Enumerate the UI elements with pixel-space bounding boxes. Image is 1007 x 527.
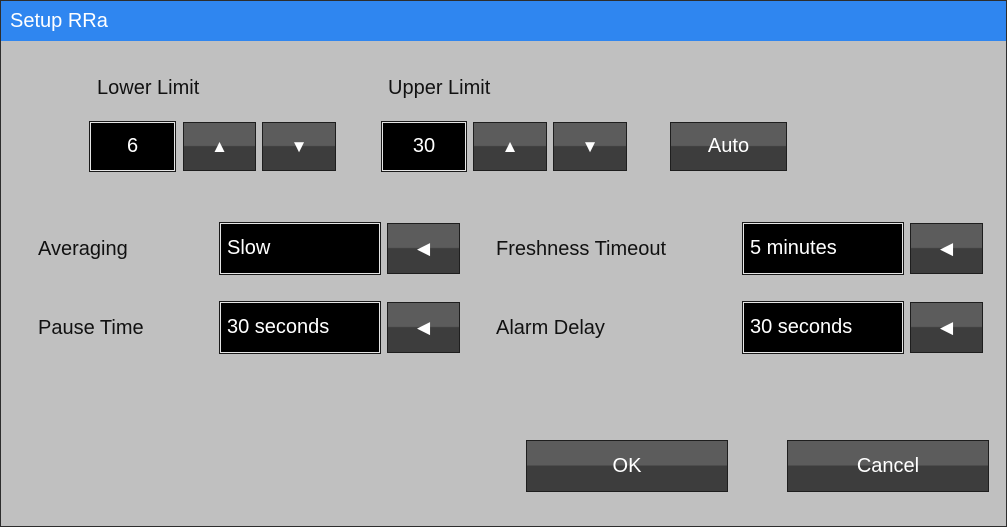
lower-limit-decrease-button[interactable]: ▼	[262, 122, 336, 171]
pause-time-label: Pause Time	[38, 317, 144, 339]
auto-button[interactable]: Auto	[670, 122, 787, 171]
alarm-delay-select-button[interactable]: ◀	[910, 302, 983, 353]
freshness-timeout-value: 5 minutes	[742, 222, 904, 275]
alarm-delay-value: 30 seconds	[742, 301, 904, 354]
up-triangle-icon: ▲	[211, 137, 228, 156]
ok-button[interactable]: OK	[526, 440, 728, 492]
averaging-select-button[interactable]: ◀	[387, 223, 460, 274]
lower-limit-increase-button[interactable]: ▲	[183, 122, 256, 171]
lower-limit-label: Lower Limit	[97, 77, 200, 99]
upper-limit-increase-button[interactable]: ▲	[473, 122, 547, 171]
pause-time-select-button[interactable]: ◀	[387, 302, 460, 353]
pause-time-value: 30 seconds	[219, 301, 381, 354]
left-triangle-icon: ◀	[939, 239, 954, 258]
down-triangle-icon: ▼	[581, 137, 599, 156]
left-triangle-icon: ◀	[939, 318, 954, 337]
left-triangle-icon: ◀	[416, 318, 431, 337]
freshness-timeout-label: Freshness Timeout	[496, 238, 667, 260]
lower-limit-value: 6	[89, 121, 176, 172]
averaging-value: Slow	[219, 222, 381, 275]
alarm-delay-label: Alarm Delay	[496, 317, 605, 339]
left-triangle-icon: ◀	[416, 239, 431, 258]
freshness-timeout-select-button[interactable]: ◀	[910, 223, 983, 274]
upper-limit-label: Upper Limit	[388, 77, 491, 99]
setup-dialog: Setup RRa Lower Limit 6 ▲ ▼ Upper Limit …	[0, 0, 1007, 527]
averaging-label: Averaging	[38, 238, 128, 260]
upper-limit-decrease-button[interactable]: ▼	[553, 122, 627, 171]
up-triangle-icon: ▲	[501, 137, 519, 156]
window-title: Setup RRa	[1, 1, 1006, 41]
cancel-button[interactable]: Cancel	[787, 440, 989, 492]
down-triangle-icon: ▼	[290, 137, 308, 156]
upper-limit-value: 30	[381, 121, 467, 172]
